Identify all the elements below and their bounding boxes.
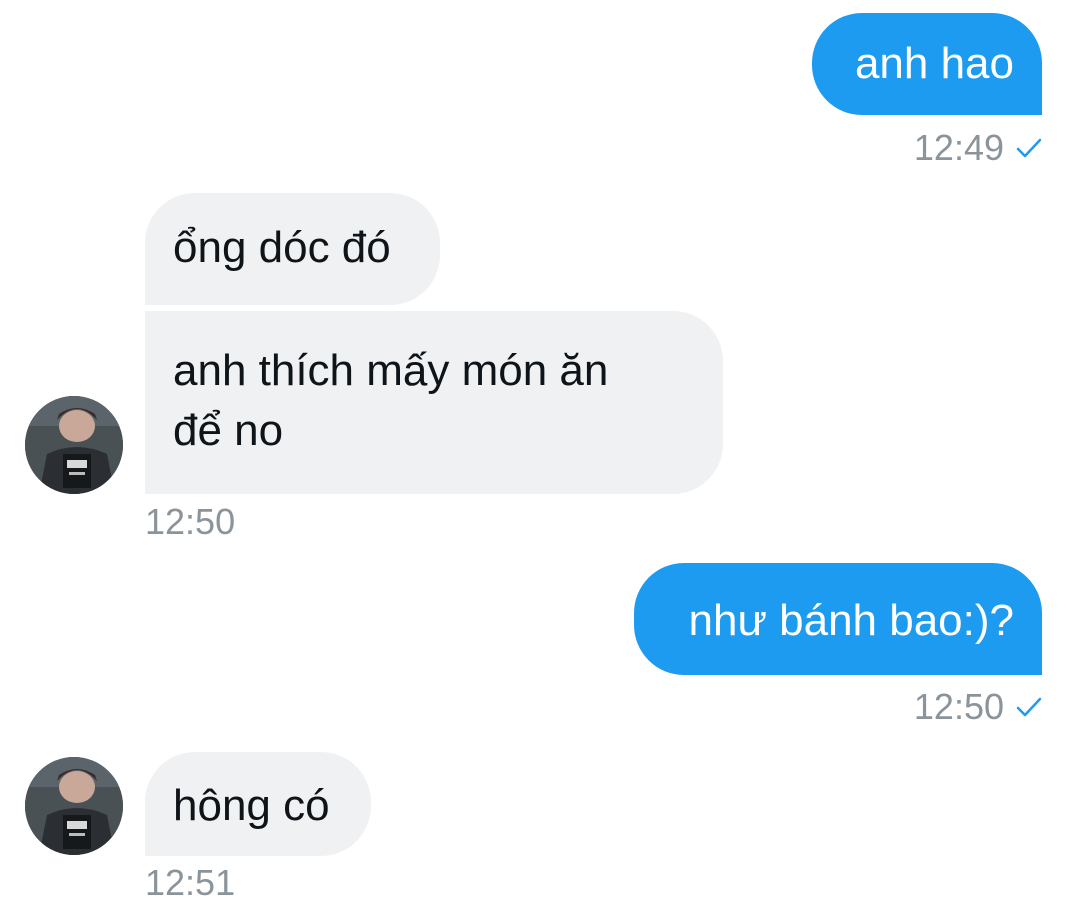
timestamp-text: 12:50	[145, 501, 236, 542]
message-text: anh hao	[854, 39, 1014, 88]
check-icon	[1016, 138, 1042, 158]
sent-message-bubble[interactable]: anh hao	[812, 13, 1042, 115]
timestamp-text: 12:49	[913, 127, 1004, 168]
check-icon	[1016, 697, 1042, 717]
message-text: ổng dóc đó	[173, 223, 391, 272]
received-message-bubble[interactable]: hông có	[145, 752, 371, 856]
received-message-bubble[interactable]: anh thích mấy món ăn để no	[145, 311, 723, 494]
avatar[interactable]	[25, 757, 123, 855]
avatar-image	[25, 396, 123, 494]
timestamp-text: 12:50	[913, 686, 1004, 727]
received-message-bubble[interactable]: ổng dóc đó	[145, 193, 440, 305]
message-text: như bánh bao:)?	[688, 596, 1015, 645]
message-timestamp: 12:51	[145, 863, 235, 903]
timestamp-text: 12:51	[145, 862, 236, 903]
message-timestamp: 12:49	[914, 128, 1042, 168]
message-timestamp: 12:50	[145, 502, 235, 542]
message-text-line: để no	[173, 406, 284, 455]
message-text-line: anh thích mấy món ăn	[173, 346, 609, 395]
avatar[interactable]	[25, 396, 123, 494]
message-text: hông có	[173, 781, 330, 830]
sent-message-bubble[interactable]: như bánh bao:)?	[634, 563, 1042, 675]
message-timestamp: 12:50	[914, 687, 1042, 727]
avatar-image	[25, 757, 123, 855]
